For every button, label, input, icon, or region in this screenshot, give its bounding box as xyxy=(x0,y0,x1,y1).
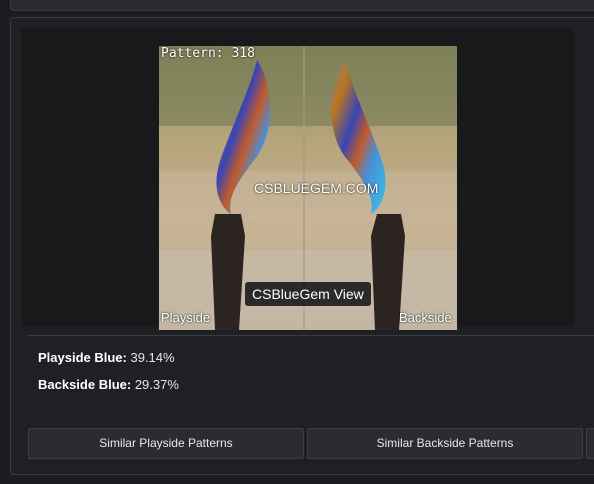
header-edge xyxy=(10,0,594,11)
pattern-card: Pattern: 318 CSBLUEGEM.COM Playside Back… xyxy=(10,17,594,475)
playside-blue-value: 39.14% xyxy=(126,350,175,365)
similar-playside-button[interactable]: Similar Playside Patterns xyxy=(28,428,304,459)
backside-blue-stat: Backside Blue: 29.37% xyxy=(38,377,179,392)
backside-caption: Backside xyxy=(399,310,452,325)
view-tooltip: CSBlueGem View xyxy=(245,282,371,306)
playside-blue-label: Playside Blue: xyxy=(38,350,127,365)
top-bar xyxy=(0,0,594,12)
section-divider xyxy=(27,335,594,336)
pattern-number-label: Pattern: 318 xyxy=(161,46,255,61)
similar-backside-button[interactable]: Similar Backside Patterns xyxy=(307,428,583,459)
more-button[interactable] xyxy=(586,428,594,459)
image-panel: Pattern: 318 CSBLUEGEM.COM Playside Back… xyxy=(21,28,574,330)
playside-blue-stat: Playside Blue: 39.14% xyxy=(38,350,175,365)
backside-blue-label: Backside Blue: xyxy=(38,377,132,392)
backside-blue-value: 29.37% xyxy=(131,377,179,392)
watermark-text: CSBLUEGEM.COM xyxy=(254,180,379,196)
playside-caption: Playside xyxy=(161,310,211,325)
